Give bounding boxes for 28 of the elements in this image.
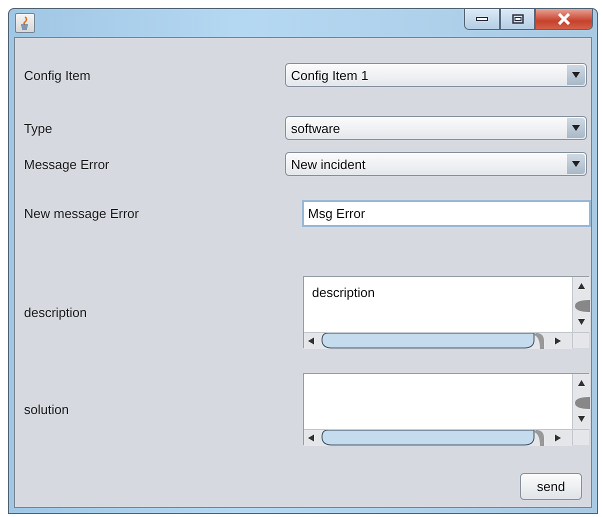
dropdown-arrow-icon: [572, 72, 580, 78]
vertical-scrollbar[interactable]: [572, 277, 590, 332]
text-area[interactable]: description: [303, 276, 589, 348]
close-button[interactable]: [535, 9, 593, 30]
scrollbar-corner: [572, 429, 589, 445]
field-label: Config Item: [24, 68, 92, 82]
maximize-icon: [512, 14, 524, 24]
dropdown-arrow-icon: [572, 125, 580, 131]
app-icon: [15, 13, 35, 33]
dropdown[interactable]: New incident: [285, 152, 587, 176]
close-icon: [557, 13, 571, 25]
field-label: Message Error: [24, 156, 110, 172]
text-field[interactable]: Msg Error: [302, 200, 591, 227]
field-label: Type: [24, 120, 54, 136]
horizontal-scrollbar[interactable]: [304, 332, 572, 349]
dropdown[interactable]: software: [285, 116, 587, 140]
field-label: New message Error: [24, 206, 140, 221]
scrollbar-corner: [572, 332, 589, 348]
field-label: solution: [24, 402, 70, 416]
send-button[interactable]: send: [520, 473, 582, 500]
maximize-button[interactable]: [500, 9, 535, 30]
horizontal-scrollbar[interactable]: [304, 429, 572, 446]
minimize-button[interactable]: [464, 9, 500, 30]
dropdown[interactable]: Config Item 1: [285, 63, 587, 87]
minimize-icon: [476, 16, 488, 22]
dropdown-arrow-icon: [572, 161, 580, 167]
vertical-scrollbar[interactable]: [572, 374, 590, 429]
field-label: description: [24, 304, 88, 320]
